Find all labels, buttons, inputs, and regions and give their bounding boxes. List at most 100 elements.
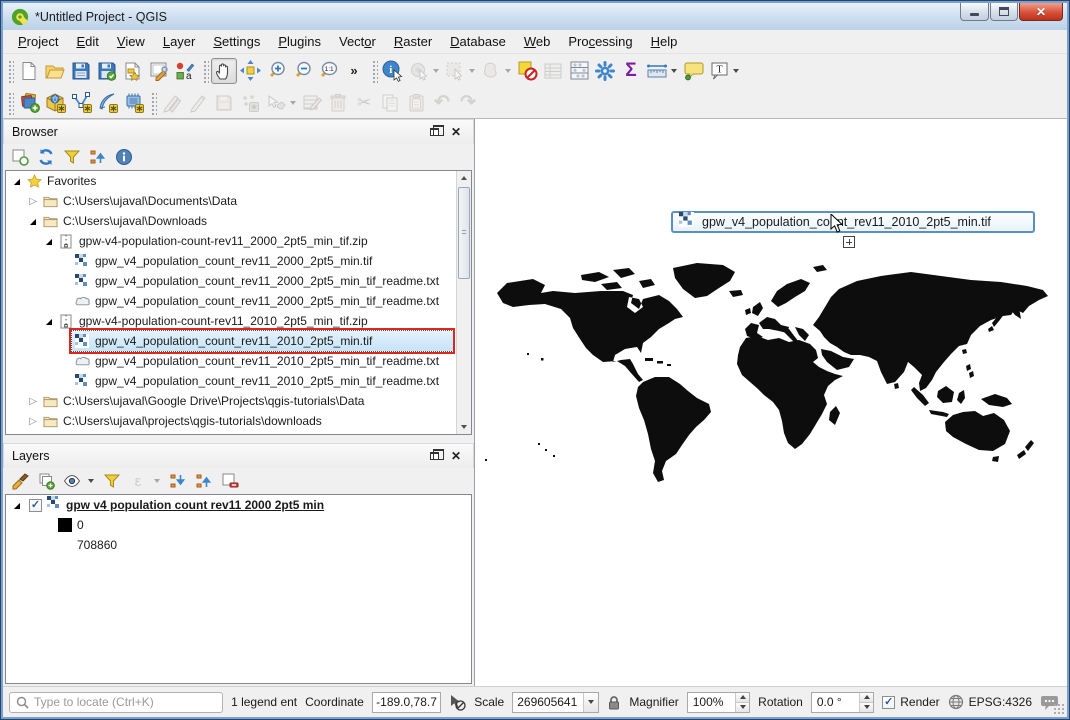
save-edits-button[interactable] [211, 90, 237, 116]
browser-tree-item[interactable]: gpw_v4_population_count_rev11_2010_2pt5_… [6, 331, 471, 351]
statistics-panel-button[interactable] [566, 58, 592, 84]
filter-expression-button[interactable]: ε [127, 470, 149, 492]
add-feature-button[interactable] [237, 90, 263, 116]
browser-tree-item[interactable]: ▷C:\Users\ujaval\Google Drive\Projects\q… [6, 391, 471, 411]
feature-action-dropdown[interactable] [433, 69, 439, 73]
scroll-up-button[interactable] [457, 171, 471, 185]
toolbar-grip[interactable] [7, 59, 14, 83]
current-edits-button[interactable] [159, 90, 185, 116]
annotation-dropdown[interactable] [733, 69, 739, 73]
browser-tree-item[interactable]: ◢gpw-v4-population-count-rev11_2000_2pt5… [6, 231, 471, 251]
vertex-tool-dropdown[interactable] [290, 101, 296, 105]
vertex-tool-button[interactable] [263, 90, 289, 116]
copy-features-button[interactable] [377, 90, 403, 116]
save-project-button[interactable] [68, 58, 94, 84]
open-attribute-table-button[interactable] [540, 58, 566, 84]
browser-tree-item[interactable]: ▷C:\Users\ujaval\projects\qgis-tutorials… [6, 411, 471, 431]
locate-input[interactable] [34, 695, 216, 709]
zoom-native-button[interactable]: 1:1 [315, 58, 341, 84]
browser-tree-item[interactable]: ◢gpw-v4-population-count-rev11_2010_2pt5… [6, 311, 471, 331]
rotation-spinbox[interactable]: 0.0 ° [811, 692, 874, 713]
style-manager-button[interactable]: a [172, 58, 198, 84]
menu-project[interactable]: Project [9, 31, 67, 52]
pan-map-button[interactable] [211, 58, 237, 84]
lock-scale-icon[interactable] [607, 695, 621, 710]
browser-filter-button[interactable] [61, 146, 83, 168]
menu-help[interactable]: Help [642, 31, 687, 52]
add-group-button[interactable] [35, 470, 57, 492]
layer-visibility-checkbox[interactable]: ✓ [29, 499, 42, 512]
expander-icon[interactable]: ▷ [26, 196, 40, 207]
layer-expander[interactable]: ◢ [10, 501, 24, 510]
browser-add-layer-button[interactable] [9, 146, 31, 168]
toggle-editing-button[interactable] [185, 90, 211, 116]
menu-edit[interactable]: Edit [67, 31, 107, 52]
text-annotation-button[interactable]: T [706, 58, 732, 84]
menu-web[interactable]: Web [515, 31, 560, 52]
menu-raster[interactable]: Raster [385, 31, 441, 52]
open-project-button[interactable] [42, 58, 68, 84]
select-features-button[interactable] [442, 58, 468, 84]
browser-float-button[interactable] [425, 124, 443, 140]
filter-expression-dropdown[interactable] [154, 479, 160, 483]
statistical-summary-button[interactable]: Σ [618, 58, 644, 84]
expander-icon[interactable]: ▷ [26, 416, 40, 427]
layers-panel-header[interactable]: Layers ✕ [3, 443, 474, 468]
toolbar-overflow-button[interactable]: » [341, 58, 367, 84]
browser-panel-header[interactable]: Browser ✕ [3, 119, 474, 144]
map-tips-button[interactable] [680, 58, 706, 84]
browser-tree-item[interactable]: gpw_v4_population_count_rev11_2010_2pt5_… [6, 371, 471, 391]
resize-grip[interactable] [1053, 703, 1065, 715]
scale-combobox[interactable]: 269605641 [512, 692, 599, 713]
render-checkbox[interactable]: ✓ [882, 696, 895, 709]
new-project-button[interactable] [16, 58, 42, 84]
layer-styling-button[interactable] [9, 470, 31, 492]
crs-status-button[interactable]: EPSG:4326 [948, 694, 1032, 710]
close-button[interactable]: ✕ [1019, 3, 1063, 21]
cut-features-button[interactable]: ✂ [351, 90, 377, 116]
browser-tree-item[interactable]: gpw_v4_population_count_rev11_2000_2pt5_… [6, 251, 471, 271]
layer-row[interactable]: ◢ ✓ gpw v4 population count rev11 2000 2… [6, 495, 471, 515]
deselect-all-button[interactable] [514, 58, 540, 84]
browser-scrollbar[interactable] [456, 171, 471, 434]
expander-icon[interactable]: ▷ [26, 396, 40, 407]
measure-dropdown[interactable] [671, 69, 677, 73]
browser-tree-item[interactable]: ◢Favorites [6, 171, 471, 191]
locate-box[interactable] [9, 692, 223, 713]
save-project-as-button[interactable] [94, 58, 120, 84]
undo-button[interactable]: ↶ [429, 90, 455, 116]
toolbar-grip[interactable] [371, 59, 378, 83]
browser-properties-button[interactable] [113, 146, 135, 168]
rotation-down-button[interactable] [860, 703, 873, 712]
remove-layer-button[interactable] [219, 470, 241, 492]
menu-view[interactable]: View [108, 31, 154, 52]
magnifier-up-button[interactable] [736, 693, 749, 703]
browser-tree-item[interactable]: ▷C:\Users\ujaval\Documents\Data [6, 191, 471, 211]
data-source-manager-button[interactable] [16, 90, 42, 116]
toolbar-grip[interactable] [7, 91, 14, 115]
scroll-thumb[interactable] [458, 187, 470, 279]
zoom-out-button[interactable] [289, 58, 315, 84]
coordinate-tracking-icon[interactable] [449, 694, 466, 711]
menu-settings[interactable]: Settings [204, 31, 269, 52]
identify-features-button[interactable]: i [380, 58, 406, 84]
collapse-all-button[interactable] [193, 470, 215, 492]
new-virtual-layer-button[interactable] [120, 90, 146, 116]
browser-refresh-button[interactable] [35, 146, 57, 168]
menu-database[interactable]: Database [441, 31, 515, 52]
maximize-button[interactable] [990, 3, 1018, 21]
delete-selected-button[interactable] [325, 90, 351, 116]
menu-processing[interactable]: Processing [559, 31, 641, 52]
menu-vector[interactable]: Vector [330, 31, 385, 52]
browser-tree-item[interactable]: ◢C:\Users\ujaval\Downloads [6, 211, 471, 231]
browser-tree-item[interactable]: gpw_v4_population_count_rev11_2000_2pt5_… [6, 291, 471, 311]
modify-attributes-button[interactable] [299, 90, 325, 116]
magnifier-down-button[interactable] [736, 703, 749, 712]
scale-dropdown-button[interactable] [583, 693, 598, 712]
browser-collapse-all-button[interactable] [87, 146, 109, 168]
zoom-in-button[interactable] [263, 58, 289, 84]
new-shapefile-layer-button[interactable] [68, 90, 94, 116]
map-canvas[interactable]: gpw_v4_population_count_rev11_2010_2pt5_… [474, 119, 1067, 686]
new-print-layout-button[interactable] [120, 58, 146, 84]
browser-tree-item[interactable]: gpw_v4_population_count_rev11_2000_2pt5_… [6, 271, 471, 291]
